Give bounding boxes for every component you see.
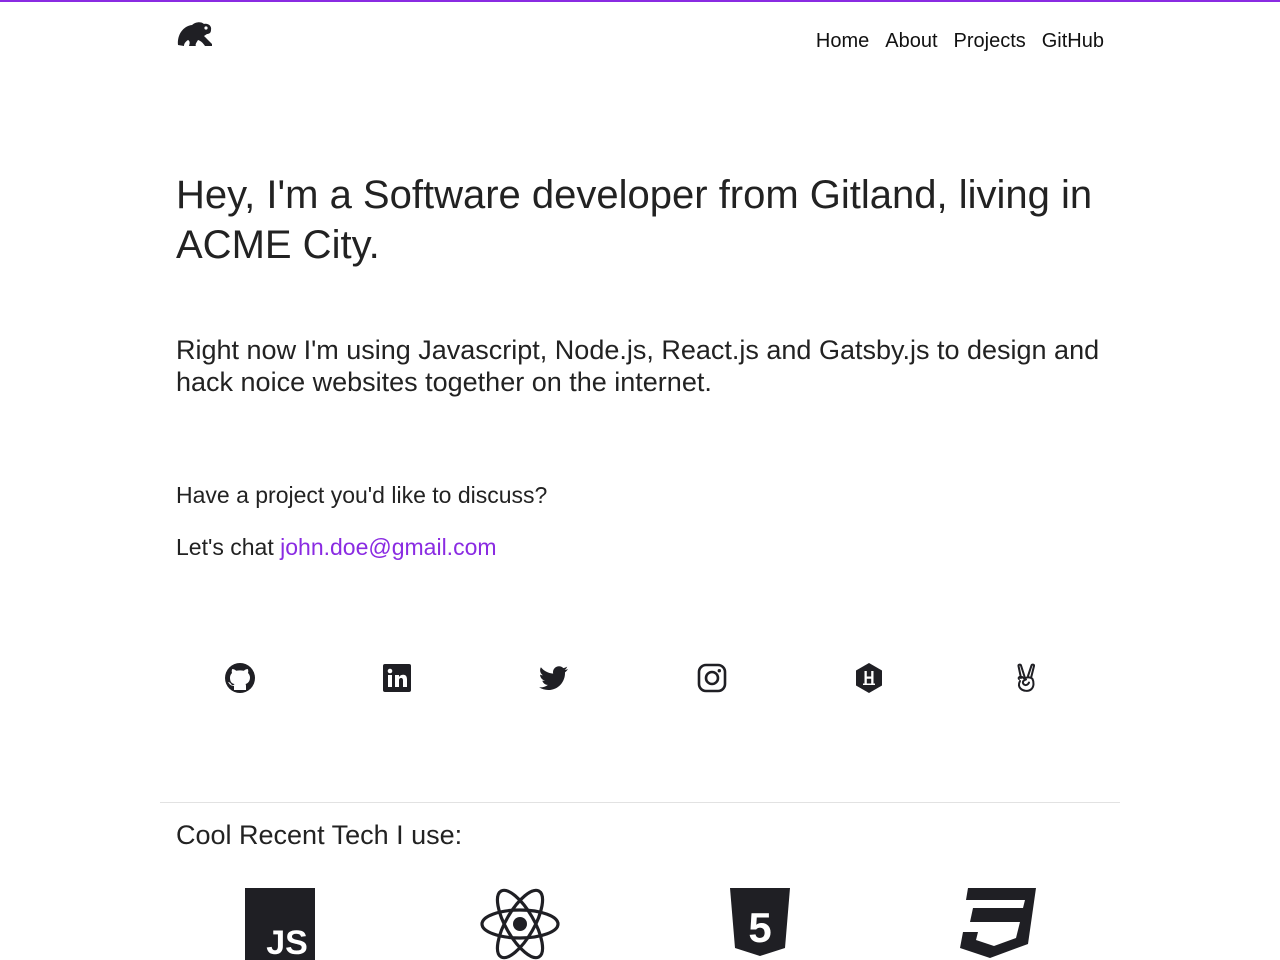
nav-about[interactable]: About [885,28,937,54]
html5-icon: 5 [730,888,790,960]
social-links [176,660,1104,696]
main-nav: Home About Projects GitHub [816,28,1104,54]
accent-top-border [0,0,1280,2]
nav-projects[interactable]: Projects [954,28,1026,54]
react-icon [480,888,560,960]
javascript-icon: JS [245,888,315,960]
chat-line: Let's chat john.doe@gmail.com [176,532,497,562]
angellist-icon[interactable] [1008,660,1044,696]
html5-icon-label: 5 [748,904,771,951]
section-divider [160,802,1120,803]
hero-headline: Hey, I'm a Software developer from Gitla… [176,173,1093,267]
cta-question: Have a project you'd like to discuss? [176,482,548,508]
css3-icon: 3 [960,888,1036,960]
tech-section-title: Cool Recent Tech I use: [176,820,463,850]
frog-logo[interactable] [176,17,214,49]
chat-prefix: Let's chat [176,534,281,560]
hero-intro: Right now I'm using Javascript, Node.js,… [176,335,1100,397]
nav-github[interactable]: GitHub [1042,28,1104,54]
twitter-icon[interactable] [536,660,572,696]
hackernews-icon[interactable] [851,660,887,696]
nav-home[interactable]: Home [816,28,869,54]
github-icon[interactable] [222,660,258,696]
linkedin-icon[interactable] [379,660,415,696]
email-link[interactable]: john.doe@gmail.com [280,534,496,560]
javascript-icon-label: JS [266,924,308,960]
instagram-icon[interactable] [694,660,730,696]
